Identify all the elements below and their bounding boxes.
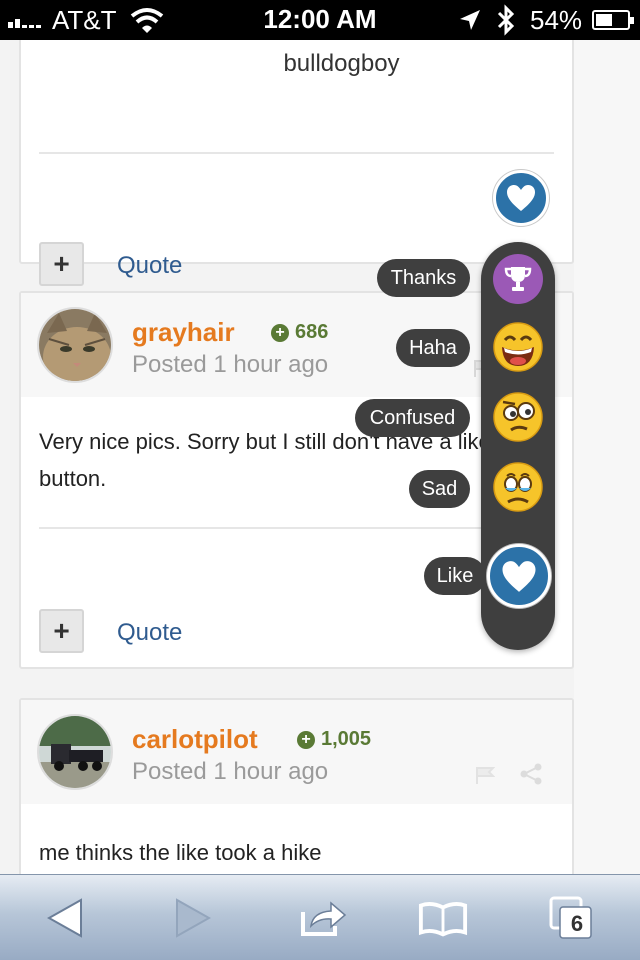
like-button[interactable] [493,170,549,226]
quote-link[interactable]: Quote [117,619,182,647]
avatar[interactable] [37,307,113,383]
laughing-face-icon [493,322,543,372]
divider [39,152,554,154]
forum-thread: bulldogboy + Quote grayhair + 686 Posted… [0,40,640,874]
username[interactable]: grayhair [132,317,235,348]
reaction-sad[interactable] [493,462,543,512]
avatar[interactable] [37,714,113,790]
heart-icon [507,185,535,211]
quote-link[interactable]: Quote [117,252,182,280]
tabs-button[interactable]: 6 [546,893,598,943]
status-bar: AT&T 12:00 AM 54% [0,0,640,40]
trophy-icon [504,267,532,291]
share-icon [301,901,347,936]
back-icon [47,898,82,938]
post-timestamp: Posted 1 hour ago [132,351,329,378]
sad-face-icon [493,462,543,512]
post-card: bulldogboy + Quote [19,40,574,286]
back-button[interactable] [40,893,90,943]
post-signature: bulldogboy [283,50,400,77]
confused-face-icon [493,392,543,442]
reaction-haha[interactable] [493,322,543,372]
reaction-label-thanks[interactable]: Thanks [377,259,470,297]
heart-icon [502,560,536,592]
post-body: me thinks the like took a hike [39,840,322,865]
post-card: carlotpilot + 1,005 Posted 1 hour ago me… [19,698,574,874]
reaction-confused[interactable] [493,392,543,442]
forward-icon [176,898,211,938]
location-icon [460,10,480,30]
username[interactable]: carlotpilot [132,724,258,755]
post-body: Very nice pics. Sorry but I still don't … [39,429,491,491]
divider [39,527,554,529]
reaction-label-haha[interactable]: Haha [396,329,470,367]
reputation-count: 686 [295,321,329,343]
battery-percent: 54% [530,5,583,35]
tab-count: 6 [570,911,584,936]
battery-icon [592,10,634,30]
plus-icon: + [271,323,289,342]
share-button[interactable] [298,893,348,943]
post-header: carlotpilot + 1,005 Posted 1 hour ago [21,700,572,804]
reaction-label-sad[interactable]: Sad [409,470,470,508]
bookmarks-button[interactable] [418,893,468,943]
reputation-count: 1,005 [321,728,372,750]
reputation-badge: + 1,005 [297,728,371,751]
share-icon[interactable] [519,762,543,786]
plus-icon: + [297,730,315,749]
reaction-label-like[interactable]: Like [424,557,486,595]
multiquote-button[interactable]: + [39,609,84,653]
reaction-label-confused[interactable]: Confused [355,399,470,437]
flag-icon[interactable] [475,766,495,784]
forward-button[interactable] [168,893,218,943]
bluetooth-icon [497,4,515,36]
post-timestamp: Posted 1 hour ago [132,758,329,785]
bookmarks-icon [418,902,468,937]
browser-toolbar: 6 [0,874,640,960]
reaction-thanks[interactable] [493,254,543,304]
multiquote-button[interactable]: + [39,242,84,286]
reputation-badge: + 686 [271,321,328,344]
reaction-like[interactable] [487,544,551,608]
